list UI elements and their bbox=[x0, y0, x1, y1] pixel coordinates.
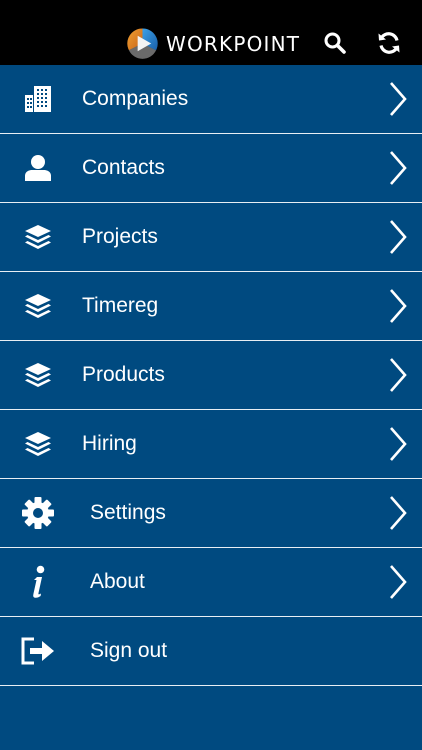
search-icon bbox=[324, 32, 346, 54]
menu-item-label: About bbox=[90, 570, 145, 593]
layers-icon bbox=[20, 219, 56, 255]
menu-item-contacts[interactable]: Contacts bbox=[0, 134, 422, 203]
menu-item-products[interactable]: Products bbox=[0, 341, 422, 410]
menu-item-label: Contacts bbox=[82, 156, 165, 179]
person-icon bbox=[20, 150, 56, 186]
menu-item-about[interactable]: About bbox=[0, 548, 422, 617]
app-root: WORKPOINT Companies Contacts Projects Ti… bbox=[0, 0, 422, 750]
chevron-right-icon bbox=[390, 220, 407, 254]
menu-item-label: Products bbox=[82, 363, 165, 386]
menu-item-label: Companies bbox=[82, 87, 189, 110]
chevron-right-icon bbox=[390, 151, 407, 185]
layers-icon bbox=[20, 288, 56, 324]
chevron-right-icon bbox=[390, 358, 407, 392]
chevron-right-icon bbox=[390, 496, 407, 530]
menu-item-companies[interactable]: Companies bbox=[0, 65, 422, 134]
chevron-right-icon bbox=[390, 427, 407, 461]
menu-item-label: Timereg bbox=[82, 294, 159, 317]
chevron-right-icon bbox=[390, 82, 407, 116]
layers-icon bbox=[20, 426, 56, 462]
brand-name: WORKPOINT bbox=[166, 32, 301, 56]
menu-item-label: Hiring bbox=[82, 432, 137, 455]
chevron-right-icon bbox=[390, 289, 407, 323]
refresh-icon bbox=[378, 32, 400, 54]
search-button[interactable] bbox=[320, 28, 350, 58]
main-menu: Companies Contacts Projects Timereg Prod… bbox=[0, 65, 422, 686]
workpoint-logo bbox=[127, 28, 158, 59]
chevron-right-icon bbox=[390, 565, 407, 599]
building-icon bbox=[20, 81, 56, 117]
info-icon bbox=[20, 564, 56, 600]
menu-item-settings[interactable]: Settings bbox=[0, 479, 422, 548]
menu-item-label: Settings bbox=[90, 501, 166, 524]
menu-item-hiring[interactable]: Hiring bbox=[0, 410, 422, 479]
refresh-button[interactable] bbox=[374, 28, 404, 58]
menu-item-label: Projects bbox=[82, 225, 158, 248]
gear-icon bbox=[20, 495, 56, 531]
menu-item-sign-out[interactable]: Sign out bbox=[0, 617, 422, 686]
top-bar: WORKPOINT bbox=[0, 0, 422, 65]
sign-out-icon bbox=[20, 633, 56, 669]
menu-item-projects[interactable]: Projects bbox=[0, 203, 422, 272]
menu-item-label: Sign out bbox=[90, 639, 168, 662]
menu-item-timereg[interactable]: Timereg bbox=[0, 272, 422, 341]
layers-icon bbox=[20, 357, 56, 393]
